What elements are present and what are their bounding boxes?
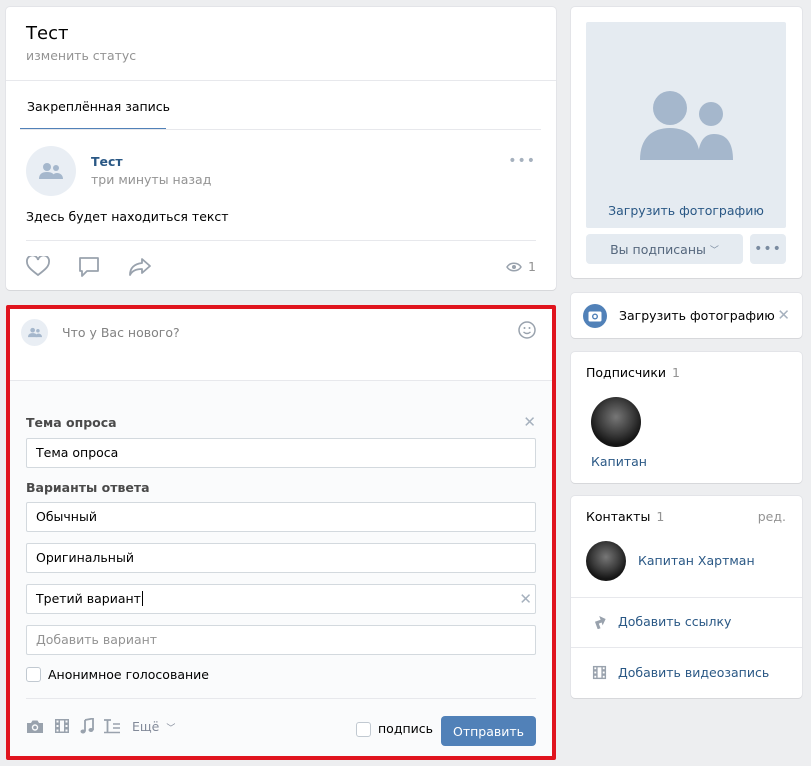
chevron-down-icon: ﹀ bbox=[166, 724, 176, 734]
comment-icon[interactable] bbox=[78, 256, 100, 278]
post-author-avatar[interactable] bbox=[26, 146, 76, 196]
divider bbox=[571, 597, 802, 598]
upload-photo-link[interactable]: Загрузить фотографию bbox=[586, 203, 786, 218]
tab-pinned-post[interactable]: Закреплённая запись bbox=[27, 99, 170, 114]
eye-icon bbox=[506, 262, 522, 271]
poll-composer-card: Что у Вас нового? Тема опроса ✕ Тема опр… bbox=[6, 305, 556, 760]
contacts-count: 1 bbox=[656, 509, 665, 524]
emoji-icon[interactable] bbox=[518, 321, 536, 339]
anonymous-label[interactable]: Анонимное голосование bbox=[48, 667, 209, 682]
camera-circle-icon bbox=[583, 304, 607, 328]
article-icon[interactable] bbox=[103, 718, 121, 734]
contact-name-link[interactable]: Капитан Хартман bbox=[638, 553, 755, 568]
divider bbox=[20, 129, 541, 130]
more-attachments-button[interactable]: Ещё ﹀ bbox=[132, 719, 175, 734]
send-button[interactable]: Отправить bbox=[441, 716, 536, 746]
post-menu-icon[interactable]: ••• bbox=[508, 153, 536, 169]
close-banner-icon[interactable]: ✕ bbox=[777, 306, 790, 324]
video-icon bbox=[592, 665, 607, 680]
users-placeholder-icon bbox=[640, 91, 733, 160]
subscribers-count: 1 bbox=[672, 365, 680, 380]
whats-new-input[interactable]: Что у Вас нового? bbox=[62, 325, 180, 340]
subscribed-label: Вы подписаны bbox=[610, 241, 706, 257]
views-count: 1 bbox=[528, 259, 536, 274]
poll-options-label: Варианты ответа bbox=[26, 480, 150, 495]
remove-option-icon[interactable]: ✕ bbox=[519, 590, 532, 608]
add-video-button[interactable]: Добавить видеозапись bbox=[618, 665, 769, 680]
text-cursor: ​ bbox=[141, 591, 143, 606]
change-status-link[interactable]: изменить статус bbox=[26, 48, 136, 63]
poll-topic-label: Тема опроса bbox=[26, 415, 117, 430]
add-link-button[interactable]: Добавить ссылку bbox=[618, 614, 731, 629]
more-label: Ещё bbox=[132, 719, 160, 734]
post-author-link[interactable]: Тест bbox=[91, 154, 123, 169]
subscribers-block: Подписчики 1 Капитан bbox=[571, 352, 802, 483]
chevron-down-icon: ﹀ bbox=[709, 245, 719, 256]
video-icon[interactable] bbox=[54, 718, 70, 734]
subscribers-header[interactable]: Подписчики 1 bbox=[586, 365, 680, 380]
subscribed-button[interactable]: Вы подписаны ﹀ bbox=[586, 234, 743, 264]
composer-top: Что у Вас нового? bbox=[10, 309, 552, 380]
edit-contacts-link[interactable]: ред. bbox=[758, 509, 786, 524]
subscriber-avatar[interactable] bbox=[591, 397, 641, 447]
profile-name: Тест bbox=[26, 23, 69, 44]
contact-avatar[interactable] bbox=[586, 541, 626, 581]
contacts-title: Контакты bbox=[586, 509, 651, 524]
poll-option-input-2[interactable]: Оригинальный bbox=[26, 543, 536, 573]
views-counter: 1 bbox=[506, 259, 536, 274]
divider bbox=[6, 80, 556, 81]
add-option-input[interactable]: Добавить вариант bbox=[26, 625, 536, 655]
poll-option-input-3[interactable]: Третий вариант​ bbox=[26, 584, 536, 614]
contacts-block: Контакты 1 ред. Капитан Хартман Добавить … bbox=[571, 496, 802, 698]
poll-topic-input[interactable]: Тема опроса bbox=[26, 438, 536, 468]
composer-avatar bbox=[21, 319, 48, 346]
subscriber-name-link[interactable]: Капитан bbox=[591, 454, 647, 469]
signature-label[interactable]: подпись bbox=[378, 721, 433, 736]
anonymous-checkbox[interactable] bbox=[26, 667, 41, 682]
divider bbox=[26, 698, 536, 699]
users-icon bbox=[27, 327, 42, 338]
camera-icon[interactable] bbox=[26, 719, 44, 734]
upload-banner-text[interactable]: Загрузить фотографию bbox=[619, 308, 775, 323]
profile-photo-placeholder[interactable]: Загрузить фотографию bbox=[586, 22, 786, 228]
poll-form: Тема опроса ✕ Тема опроса Варианты ответ… bbox=[10, 380, 552, 756]
close-poll-icon[interactable]: ✕ bbox=[523, 413, 536, 431]
like-icon[interactable] bbox=[26, 256, 50, 277]
signature-checkbox[interactable] bbox=[356, 722, 371, 737]
profile-photo-card: Загрузить фотографию Вы подписаны ﹀ ••• bbox=[571, 7, 802, 278]
poll-option-input-1[interactable]: Обычный bbox=[26, 502, 536, 532]
subscribers-title: Подписчики bbox=[586, 365, 667, 380]
post-time[interactable]: три минуты назад bbox=[91, 172, 211, 187]
more-actions-button[interactable]: ••• bbox=[750, 234, 786, 264]
divider bbox=[571, 647, 802, 648]
share-icon[interactable] bbox=[128, 257, 152, 277]
music-icon[interactable] bbox=[80, 718, 94, 734]
profile-card: Тест изменить статус Закреплённая запись… bbox=[6, 7, 556, 290]
post-text: Здесь будет находиться текст bbox=[26, 209, 229, 224]
link-arrow-icon bbox=[594, 615, 606, 629]
contacts-header[interactable]: Контакты 1 bbox=[586, 509, 664, 524]
upload-photo-banner: Загрузить фотографию ✕ bbox=[571, 293, 802, 338]
users-icon bbox=[39, 163, 63, 179]
divider bbox=[26, 240, 536, 241]
poll-option-3-text: Третий вариант bbox=[36, 591, 141, 606]
